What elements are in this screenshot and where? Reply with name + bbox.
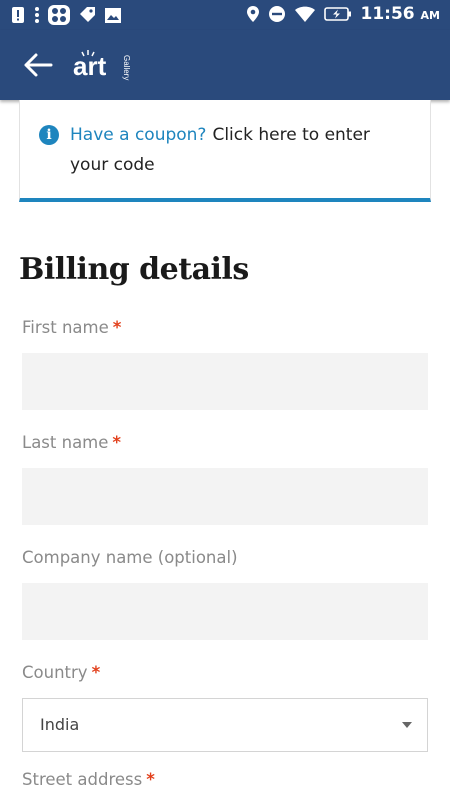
info-icon: i: [39, 125, 59, 145]
required-marker: *: [112, 433, 122, 452]
tag-icon: [80, 7, 95, 22]
status-bar: 11:56 AM: [0, 0, 450, 30]
logo-text: art: [73, 51, 107, 81]
do-not-disturb-icon: [269, 6, 286, 22]
coupon-message: Have a coupon? Click here to enter your c…: [70, 120, 410, 180]
wifi-icon: [295, 6, 316, 22]
app-bar: art Gallery: [0, 30, 450, 100]
country-select[interactable]: India: [22, 698, 428, 752]
dots-app-icon: [48, 5, 70, 25]
first-name-input[interactable]: [22, 353, 428, 410]
app-logo[interactable]: art Gallery: [72, 48, 142, 82]
required-marker: *: [112, 318, 122, 337]
clock-ampm: AM: [420, 9, 440, 22]
billing-title: Billing details: [19, 252, 249, 287]
chevron-down-icon: [402, 722, 412, 728]
first-name-label: First name *: [22, 318, 121, 337]
company-name-label: Company name (optional): [22, 548, 238, 567]
company-name-label-text: Company name (optional): [22, 548, 238, 567]
country-label-text: Country: [22, 663, 88, 682]
last-name-label: Last name *: [22, 433, 121, 452]
status-bar-right: 11:56 AM: [246, 4, 440, 24]
country-select-value: India: [40, 715, 80, 734]
location-icon: [247, 6, 260, 22]
gallery-icon: [105, 8, 121, 23]
back-button[interactable]: [22, 50, 58, 80]
last-name-label-text: Last name: [22, 433, 109, 452]
alert-icon: [12, 7, 24, 23]
required-marker: *: [91, 663, 101, 682]
status-bar-left: [10, 5, 122, 25]
clock-time: 11:56: [360, 4, 415, 24]
company-name-input[interactable]: [22, 583, 428, 640]
street-address-label-text: Street address: [22, 770, 143, 789]
last-name-input[interactable]: [22, 468, 428, 525]
logo-subtext: Gallery: [122, 55, 131, 80]
battery-charging-icon: [324, 7, 352, 21]
coupon-link[interactable]: Have a coupon?: [70, 125, 206, 145]
overflow-dots-icon: [35, 7, 39, 23]
country-label: Country *: [22, 663, 100, 682]
arrow-left-icon: [24, 53, 53, 77]
clock: 11:56 AM: [360, 4, 440, 24]
coupon-notice: i Have a coupon? Click here to enter your…: [19, 100, 431, 202]
required-marker: *: [146, 770, 155, 789]
first-name-label-text: First name: [22, 318, 109, 337]
street-address-label: Street address *: [22, 770, 155, 789]
